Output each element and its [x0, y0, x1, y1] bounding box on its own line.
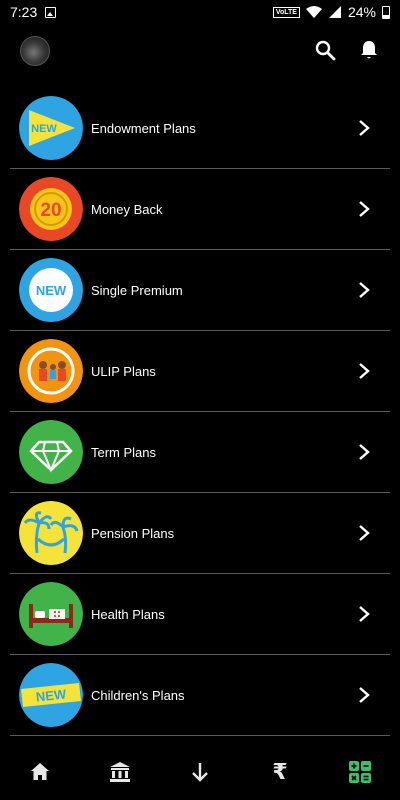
- search-icon[interactable]: [313, 38, 337, 62]
- signal-icon: [328, 6, 341, 18]
- chevron-right-icon: [359, 687, 370, 703]
- plan-label-single-premium: Single Premium: [91, 282, 183, 298]
- nav-download[interactable]: [180, 752, 220, 792]
- bank-icon: [110, 762, 130, 782]
- new-badge-icon: NEW: [19, 258, 83, 322]
- plan-list: NEW Endowment Plans 20 Money Back NEW Si…: [10, 88, 390, 736]
- plan-row-money-back[interactable]: 20 Money Back: [10, 169, 390, 250]
- bottom-nav: ₹: [0, 744, 400, 800]
- diamond-icon: [19, 420, 83, 484]
- home-icon: [31, 763, 49, 780]
- download-icon: [192, 763, 208, 782]
- plan-row-term[interactable]: Term Plans: [10, 412, 390, 493]
- plan-row-single-premium[interactable]: NEW Single Premium: [10, 250, 390, 331]
- chevron-right-icon: [359, 606, 370, 622]
- money-back-icon: 20: [19, 177, 83, 241]
- chevron-right-icon: [359, 363, 370, 379]
- top-bar: [0, 32, 400, 72]
- plan-row-endowment[interactable]: NEW Endowment Plans: [10, 88, 390, 169]
- plan-label-children: Children's Plans: [91, 687, 185, 703]
- money-back-number: 20: [40, 200, 61, 221]
- plan-label-pension: Pension Plans: [91, 525, 175, 541]
- plan-row-pension[interactable]: Pension Plans: [10, 493, 390, 574]
- profile-avatar[interactable]: [20, 36, 50, 66]
- plan-label-health: Health Plans: [91, 606, 165, 622]
- battery-percent: 24%: [347, 4, 376, 20]
- battery-icon: [382, 5, 390, 19]
- new-badge-text: NEW: [31, 123, 57, 135]
- new-triangle-icon: NEW: [19, 96, 83, 160]
- chevron-right-icon: [359, 444, 370, 460]
- status-bar: 7:23 VoLTE 24%: [0, 0, 400, 24]
- new-ribbon-icon: NEW: [19, 663, 83, 727]
- plan-label-money-back: Money Back: [91, 201, 163, 217]
- plan-row-health[interactable]: Health Plans: [10, 574, 390, 655]
- nav-calculator[interactable]: [340, 752, 380, 792]
- chevron-right-icon: [359, 525, 370, 541]
- calculator-icon: [349, 761, 371, 783]
- plan-row-ulip[interactable]: ULIP Plans: [10, 331, 390, 412]
- chevron-right-icon: [359, 282, 370, 298]
- new-badge-text: NEW: [36, 283, 67, 298]
- rupee-icon: ₹: [272, 759, 288, 784]
- nav-home[interactable]: [20, 752, 60, 792]
- bell-icon[interactable]: [357, 38, 381, 62]
- family-icon: [19, 339, 83, 403]
- chevron-right-icon: [359, 120, 370, 136]
- plan-row-children[interactable]: NEW Children's Plans: [10, 655, 390, 736]
- plan-label-term: Term Plans: [91, 444, 157, 460]
- chevron-right-icon: [359, 201, 370, 217]
- plan-label-endowment: Endowment Plans: [91, 120, 196, 136]
- image-notification-icon: [45, 6, 57, 18]
- volte-badge: VoLTE: [272, 6, 300, 18]
- hospital-bed-icon: [19, 582, 83, 646]
- nav-rupee[interactable]: ₹: [260, 752, 300, 792]
- palm-hammock-icon: [19, 501, 83, 565]
- wifi-icon: [305, 6, 322, 18]
- nav-bank[interactable]: [100, 752, 140, 792]
- status-time: 7:23: [10, 4, 38, 20]
- plan-label-ulip: ULIP Plans: [91, 363, 156, 379]
